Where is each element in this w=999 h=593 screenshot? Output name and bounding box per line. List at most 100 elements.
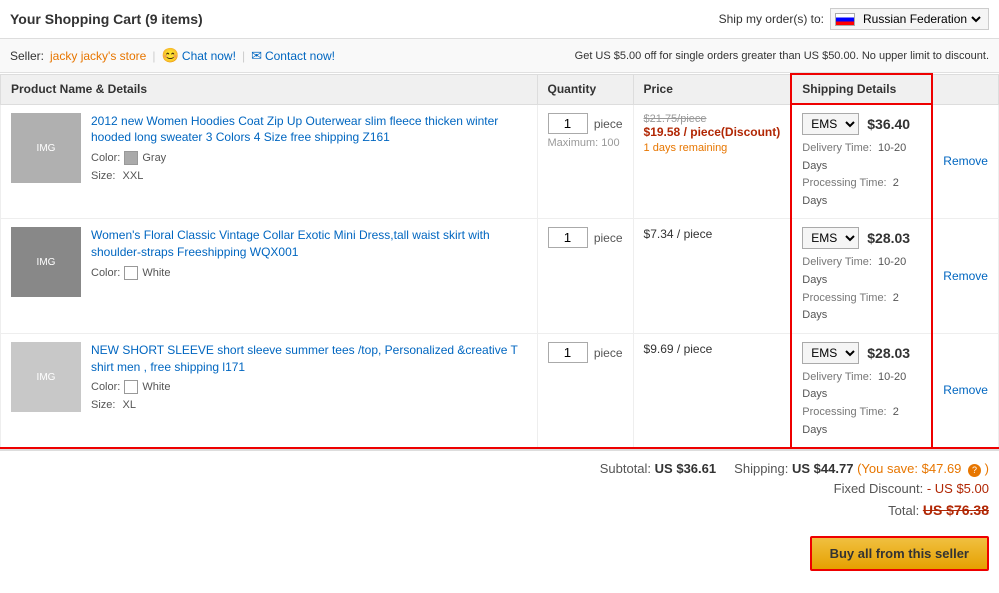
shipping-detail-0: Delivery Time: 10-20 Days Processing Tim… [802,140,921,210]
processing-label-0: Processing Time: [802,177,886,189]
product-info-1: Women's Floral Classic Vintage Collar Ex… [91,227,527,297]
color-swatch-0 [124,151,138,165]
shipping-price-1: $28.03 [867,230,910,246]
color-value-2: White [142,381,170,393]
delivery-label-1: Delivery Time: [802,256,872,268]
col-quantity: Quantity [537,74,633,104]
col-product: Product Name & Details [1,74,538,104]
promo-text: Get US $5.00 off for single orders great… [575,50,989,62]
qty-input-1[interactable] [548,227,588,248]
summary-section: Subtotal: US $36.61 Shipping: US $44.77 … [0,450,999,528]
seller-info: Seller: jacky jacky's store | 😊 Chat now… [10,47,335,64]
savings-info-icon[interactable]: ? [968,464,981,477]
svg-text:IMG: IMG [37,372,56,383]
product-title-2[interactable]: NEW SHORT SLEEVE short sleeve summer tee… [91,343,518,374]
product-cell-2: IMG NEW SHORT SLEEVE short sleeve summer… [1,333,538,448]
product-title-0[interactable]: 2012 new Women Hoodies Coat Zip Up Outer… [91,114,498,145]
chat-now-link[interactable]: 😊 Chat now! [161,47,235,64]
contact-now-link[interactable]: ✉ Contact now! [251,48,335,64]
total-label: Total: [888,503,919,518]
product-cell-0: IMG 2012 new Women Hoodies Coat Zip Up O… [1,104,538,219]
shipping-row-0: EMS $36.40 [802,113,921,135]
product-inner-1: IMG Women's Floral Classic Vintage Colla… [11,227,527,297]
country-dropdown[interactable]: Russian Federation [859,11,984,27]
shipping-cell-2: EMS $28.03 Delivery Time: 10-20 Days Pro… [791,333,932,448]
svg-text:IMG: IMG [37,143,56,154]
price-cell-1: $7.34 / piece [633,219,791,333]
remove-cell-0: Remove [932,104,998,219]
shipping-cell-1: EMS $28.03 Delivery Time: 10-20 Days Pro… [791,219,932,333]
shipping-method-2[interactable]: EMS [802,342,859,364]
col-price: Price [633,74,791,104]
color-value-0: Gray [142,152,166,164]
top-bar: Your Shopping Cart (9 items) Ship my ord… [0,0,999,39]
qty-unit-2: piece [594,346,623,360]
page-title: Your Shopping Cart (9 items) [10,11,203,27]
shipping-method-0[interactable]: EMS [802,113,859,135]
processing-label-1: Processing Time: [802,292,886,304]
remove-link-2[interactable]: Remove [943,383,988,397]
color-attr-1: Color: White [91,266,527,280]
delivery-label-0: Delivery Time: [802,142,872,154]
size-label: Size: [91,399,115,411]
size-value-0: XXL [119,170,143,182]
product-img-2: IMG [11,342,81,412]
remove-cell-2: Remove [932,333,998,448]
shipping-row-1: EMS $28.03 [802,227,921,249]
total-line: Total: US $76.38 [10,502,989,518]
country-selector[interactable]: Russian Federation [830,8,989,30]
size-label: Size: [91,170,115,182]
ship-to-label: Ship my order(s) to: [719,12,824,26]
flag-icon [835,13,855,26]
shipping-row-2: EMS $28.03 [802,342,921,364]
savings-text: (You save: $47.69 [857,461,961,476]
color-label: Color: [91,152,120,164]
fixed-discount-label: Fixed Discount: [834,481,924,496]
seller-name-link[interactable]: jacky jacky's store [50,49,146,63]
product-title-1[interactable]: Women's Floral Classic Vintage Collar Ex… [91,228,490,259]
qty-cell-0: piece Maximum: 100 [537,104,633,219]
size-value-2: XL [119,399,136,411]
shipping-price-0: $36.40 [867,116,910,132]
shipping-summary-label: Shipping: [734,461,788,476]
product-img-1: IMG [11,227,81,297]
col-actions [932,74,998,104]
qty-input-2[interactable] [548,342,588,363]
product-inner-0: IMG 2012 new Women Hoodies Coat Zip Up O… [11,113,527,183]
remove-link-1[interactable]: Remove [943,269,988,283]
shipping-cell-0: EMS $36.40 Delivery Time: 10-20 Days Pro… [791,104,932,219]
product-info-2: NEW SHORT SLEEVE short sleeve summer tee… [91,342,527,412]
product-inner-2: IMG NEW SHORT SLEEVE short sleeve summer… [11,342,527,412]
product-img-0: IMG [11,113,81,183]
price-remaining-0: 1 days remaining [644,142,781,154]
shipping-detail-2: Delivery Time: 10-20 Days Processing Tim… [802,369,921,439]
remove-cell-1: Remove [932,219,998,333]
price-regular-1: $7.34 / piece [644,227,781,241]
qty-cell-1: piece [537,219,633,333]
color-label: Color: [91,267,120,279]
subtotal-value: US $36.61 [655,461,716,476]
ship-to-section: Ship my order(s) to: Russian Federation [719,8,989,30]
cart-table: Product Name & Details Quantity Price Sh… [0,73,999,449]
price-regular-2: $9.69 / piece [644,342,781,356]
buy-btn-row: Buy all from this seller [0,528,999,579]
shipping-summary-value: US $44.77 [792,461,853,476]
color-attr-0: Color: Gray [91,151,527,165]
qty-input-0[interactable] [548,113,588,134]
fixed-discount-line: Fixed Discount: - US $5.00 [10,481,989,496]
product-info-0: 2012 new Women Hoodies Coat Zip Up Outer… [91,113,527,183]
svg-text:IMG: IMG [37,257,56,268]
remove-link-0[interactable]: Remove [943,154,988,168]
color-value-1: White [142,267,170,279]
processing-label-2: Processing Time: [802,406,886,418]
delivery-label-2: Delivery Time: [802,371,872,383]
shipping-method-1[interactable]: EMS [802,227,859,249]
shipping-price-2: $28.03 [867,345,910,361]
subtotal-label: Subtotal: [600,461,651,476]
color-swatch-1 [124,266,138,280]
buy-all-button[interactable]: Buy all from this seller [810,536,989,571]
size-attr-2: Size: XL [91,399,527,411]
shipping-detail-1: Delivery Time: 10-20 Days Processing Tim… [802,254,921,324]
qty-cell-2: piece [537,333,633,448]
mail-icon: ✉ [251,48,262,64]
